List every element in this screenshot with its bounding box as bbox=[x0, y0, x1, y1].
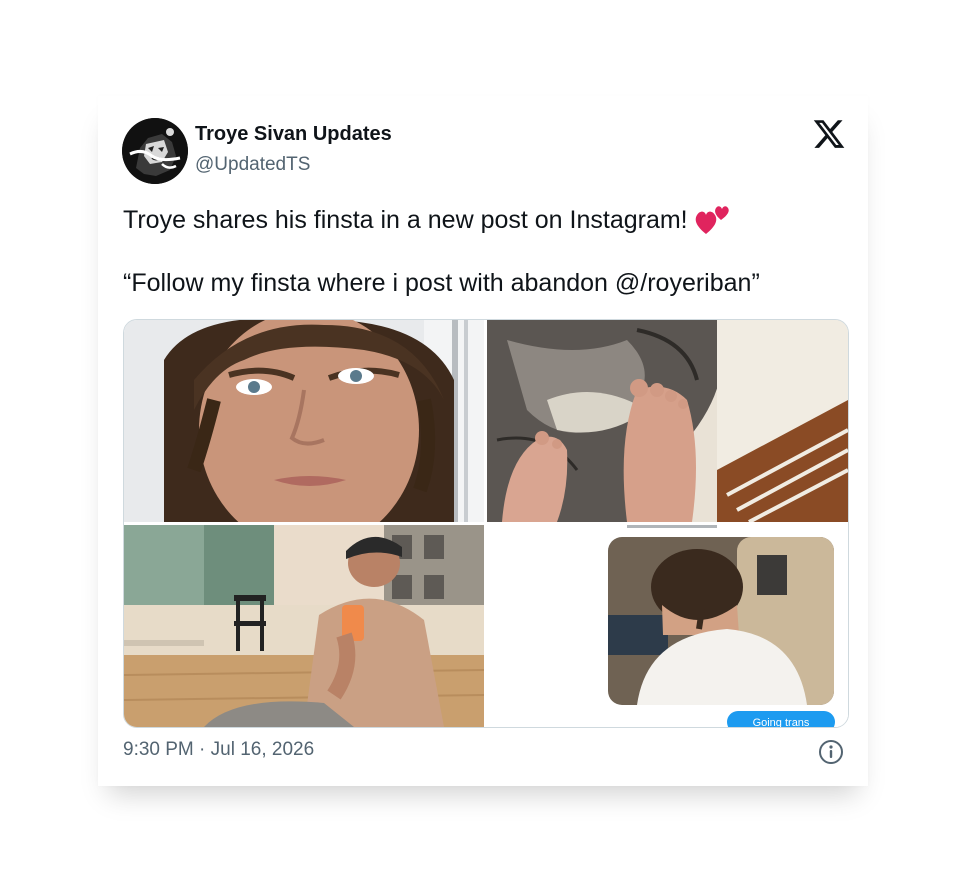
author-avatar[interactable] bbox=[122, 118, 188, 184]
info-icon[interactable] bbox=[818, 739, 844, 765]
tweet-text-line-1: Troye shares his finsta in a new post on… bbox=[123, 202, 730, 236]
tweet-text: Troye shares his finsta in a new post on… bbox=[123, 206, 688, 234]
chat-bubble-text: Going trans bbox=[753, 717, 810, 727]
tweet-quote: “Follow my finsta where i post with aban… bbox=[123, 269, 760, 297]
two-hearts-icon bbox=[694, 202, 730, 236]
tweet-timestamp[interactable]: 9:30 PM · Jul 16, 2026 bbox=[123, 739, 314, 761]
media-image-selfie[interactable] bbox=[124, 320, 484, 522]
media-image-mirror-selfie[interactable] bbox=[124, 525, 484, 727]
author-name[interactable]: Troye Sivan Updates bbox=[195, 123, 392, 146]
author-handle[interactable]: @UpdatedTS bbox=[195, 154, 310, 176]
media-grid[interactable]: Going trans bbox=[123, 319, 849, 728]
media-image-chat-screenshot[interactable]: Going trans bbox=[487, 525, 848, 727]
media-image-feet[interactable] bbox=[487, 320, 848, 522]
x-logo-icon[interactable] bbox=[812, 117, 846, 151]
tweet-card: Troye Sivan Updates @UpdatedTS Troye sha… bbox=[98, 96, 868, 786]
